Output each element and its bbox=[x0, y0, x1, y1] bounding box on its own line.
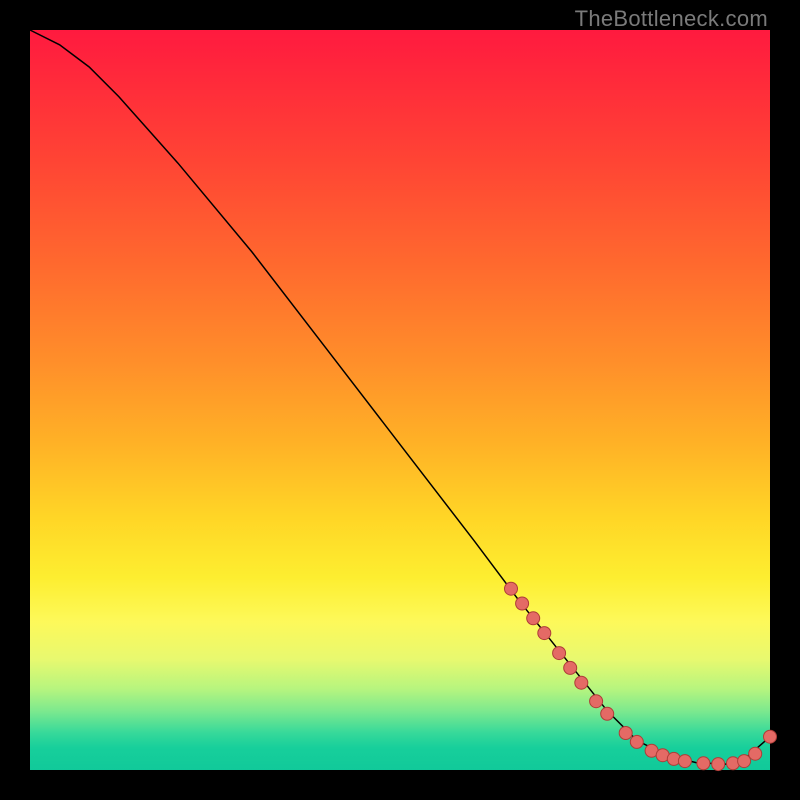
highlight-dot bbox=[749, 747, 762, 760]
chart-frame: TheBottleneck.com bbox=[0, 0, 800, 800]
highlight-dot bbox=[527, 612, 540, 625]
highlight-dot bbox=[712, 758, 725, 771]
highlight-dot bbox=[764, 730, 777, 743]
highlight-dot bbox=[553, 647, 566, 660]
highlight-dot bbox=[505, 582, 518, 595]
chart-svg bbox=[30, 30, 770, 770]
plot-area bbox=[30, 30, 770, 770]
highlight-dots bbox=[505, 582, 777, 770]
highlight-dot bbox=[697, 757, 710, 770]
highlight-dot bbox=[678, 755, 691, 768]
bottleneck-curve bbox=[30, 30, 770, 764]
highlight-dot bbox=[575, 676, 588, 689]
watermark-text: TheBottleneck.com bbox=[575, 6, 768, 32]
highlight-dot bbox=[619, 727, 632, 740]
highlight-dot bbox=[564, 661, 577, 674]
highlight-dot bbox=[516, 597, 529, 610]
highlight-dot bbox=[538, 627, 551, 640]
highlight-dot bbox=[590, 695, 603, 708]
highlight-dot bbox=[630, 735, 643, 748]
highlight-dot bbox=[601, 707, 614, 720]
highlight-dot bbox=[738, 755, 751, 768]
